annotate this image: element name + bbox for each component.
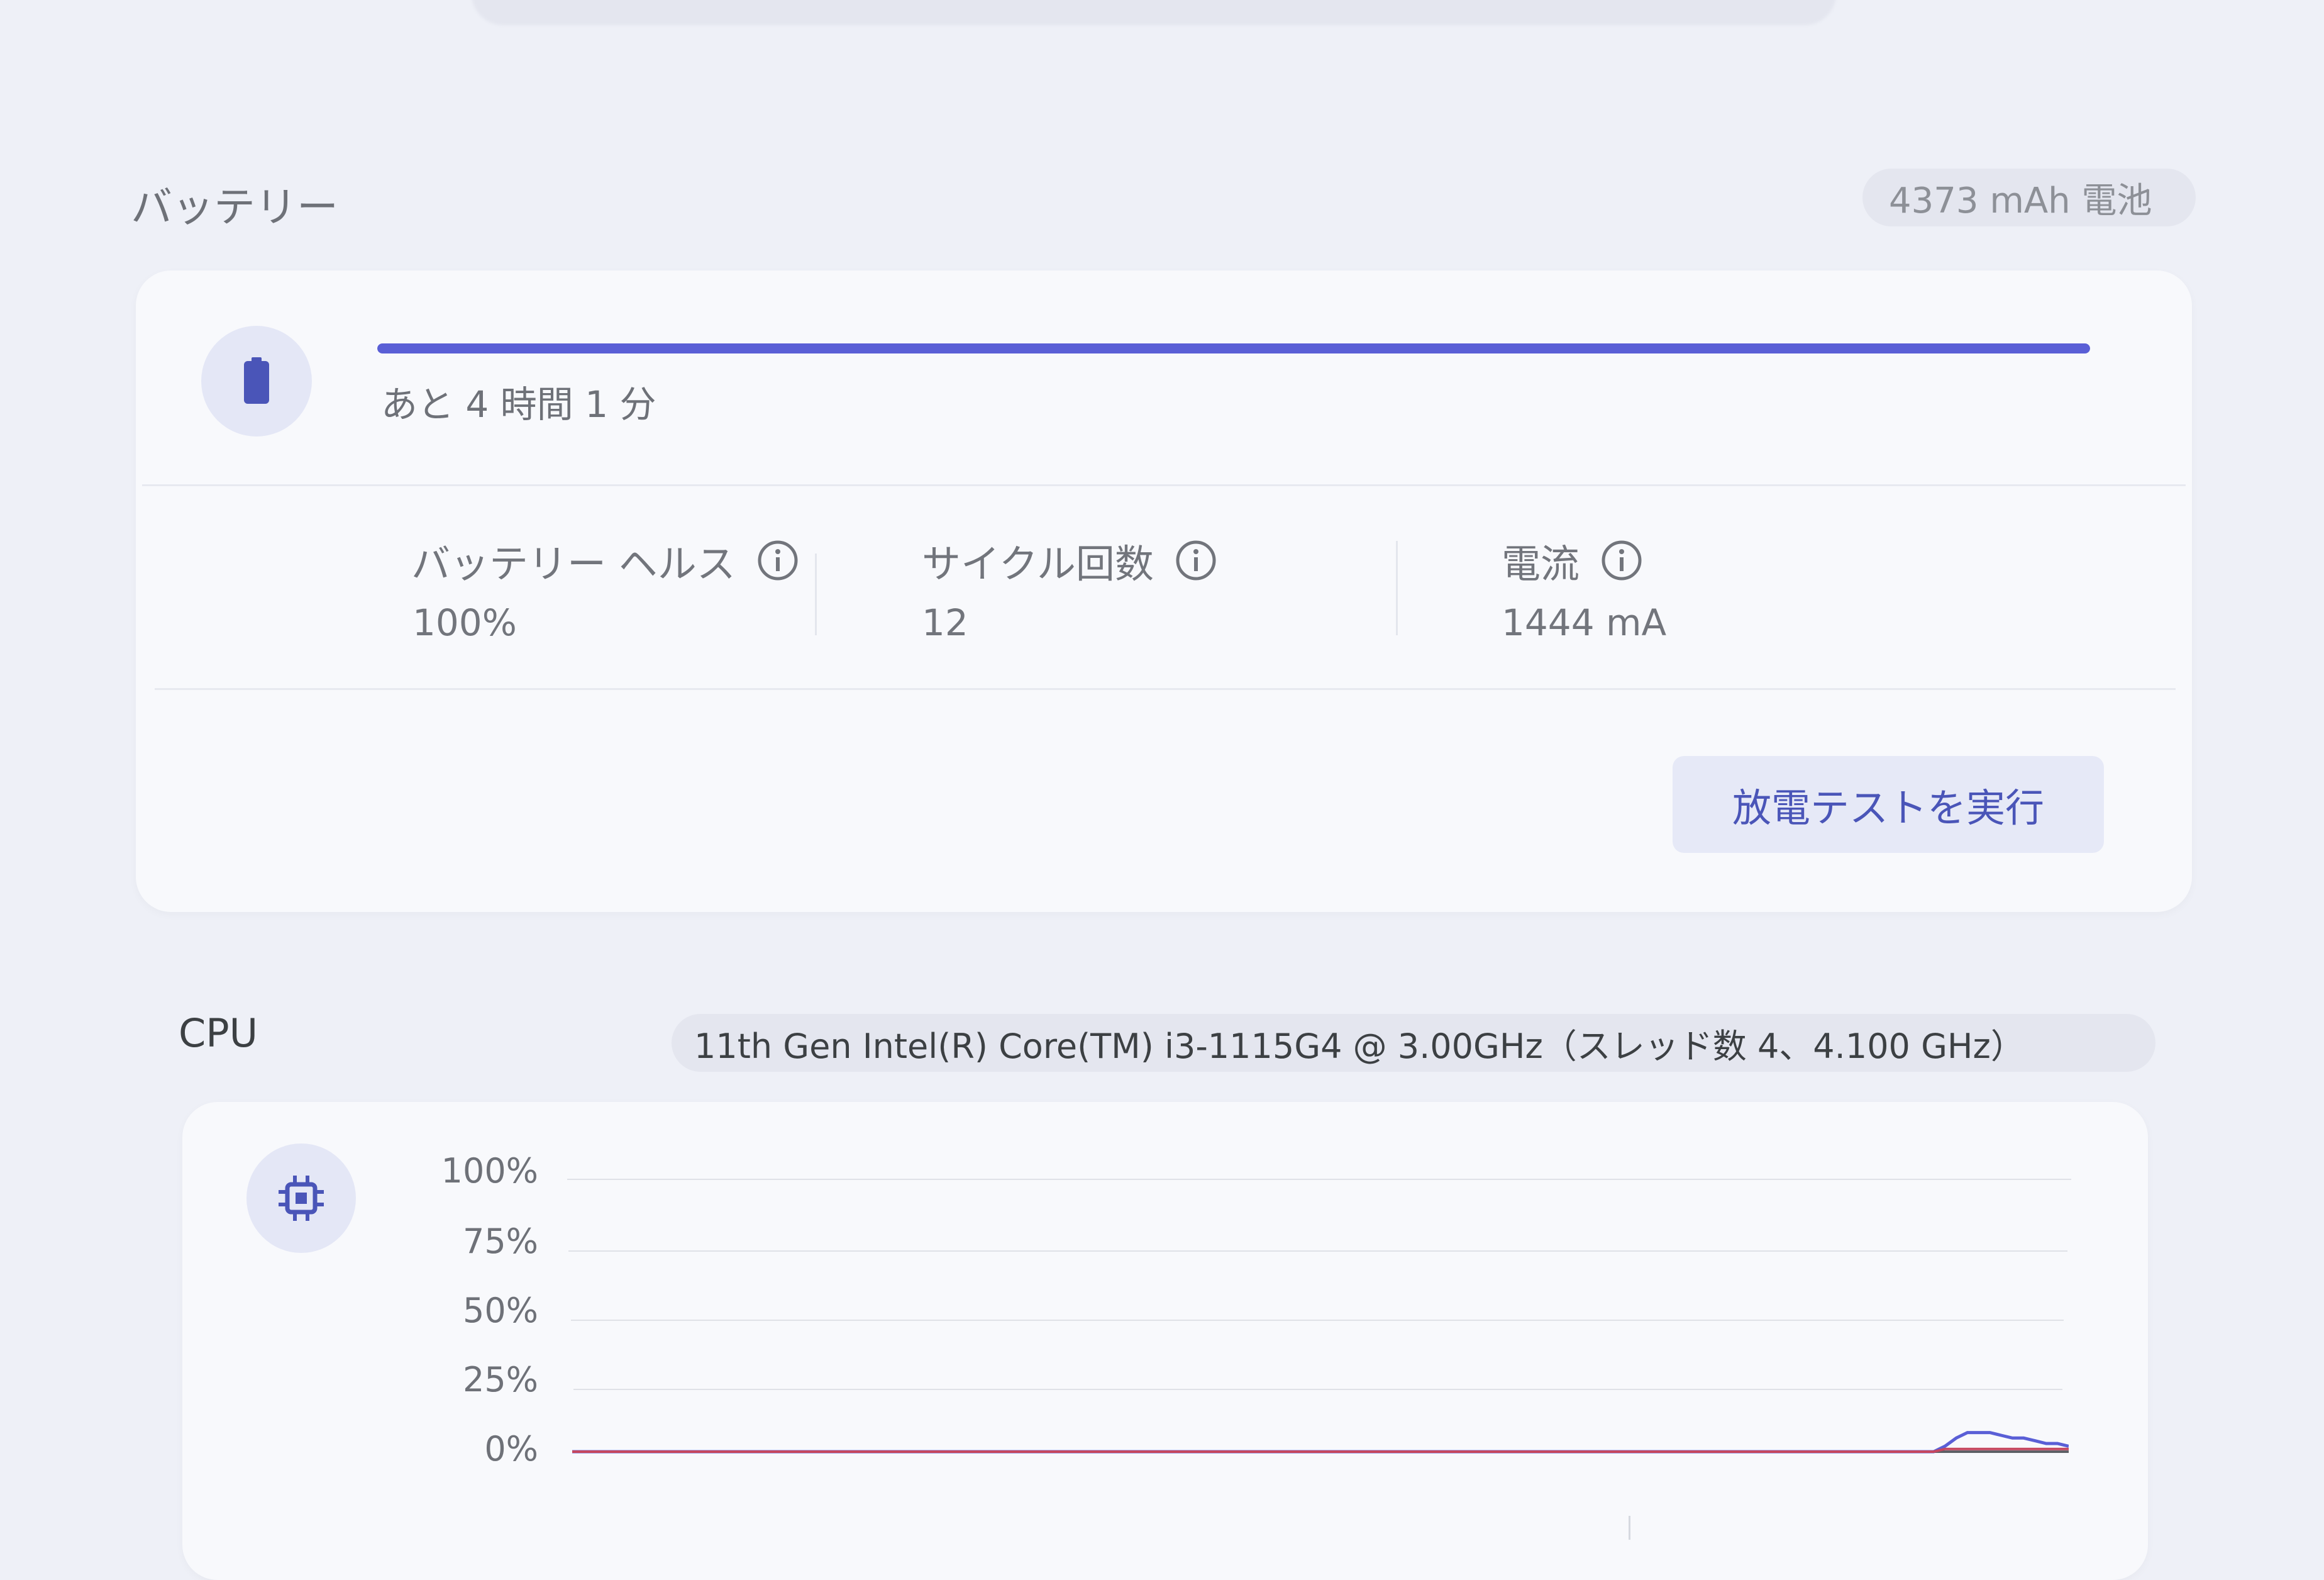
- battery-health-label: バッテリー ヘルス: [411, 532, 799, 589]
- y-tick-label: 25%: [462, 1360, 538, 1399]
- y-tick-label: 75%: [462, 1221, 538, 1261]
- battery-card-divider-top: [142, 484, 2186, 486]
- battery-level-fill: [377, 343, 2090, 353]
- cycle-count-label-text: サイクル回数: [922, 541, 1154, 587]
- stat-divider: [1396, 541, 1398, 635]
- cycle-count-value: 12: [922, 601, 968, 644]
- battery-capacity-chip: 4373 mAh 電池: [1862, 169, 2196, 226]
- cpu-section-title: CPU: [179, 1010, 258, 1056]
- legend-divider: [1629, 1516, 1630, 1540]
- y-tick-label: 0%: [484, 1429, 538, 1469]
- cpu-usage-chart: [572, 1431, 2069, 1454]
- stat-divider: [815, 554, 817, 635]
- info-icon[interactable]: [1601, 540, 1642, 581]
- battery-level-bar: [377, 343, 2090, 353]
- battery-section-title: バッテリー: [131, 183, 338, 231]
- previous-section-chip: [472, 0, 1836, 25]
- current-value: 1444 mA: [1502, 601, 1667, 644]
- y-tick-label: 50%: [462, 1291, 538, 1330]
- cpu-model-chip: 11th Gen Intel(R) Core(TM) i3-1115G4 @ 3…: [672, 1014, 2155, 1072]
- info-icon[interactable]: [1175, 540, 1217, 581]
- cycle-count-label: サイクル回数: [922, 532, 1217, 589]
- battery-icon: [244, 357, 269, 404]
- cpu-series-line-0: [572, 1431, 2069, 1454]
- info-icon[interactable]: [757, 540, 799, 581]
- battery-card-divider-bottom: [155, 688, 2176, 690]
- run-discharge-test-button[interactable]: 放電テストを実行: [1673, 756, 2104, 853]
- y-tick-label: 100%: [441, 1151, 538, 1191]
- cpu-icon-circle: [246, 1143, 356, 1253]
- battery-health-label-text: バッテリー ヘルス: [411, 541, 736, 587]
- cpu-chip-icon: [279, 1176, 324, 1221]
- battery-health-value: 100%: [412, 601, 517, 644]
- current-label: 電流: [1502, 532, 1642, 589]
- battery-icon-circle: [201, 326, 312, 437]
- current-label-text: 電流: [1502, 541, 1580, 587]
- battery-time-remaining: あと 4 時間 1 分: [381, 383, 656, 426]
